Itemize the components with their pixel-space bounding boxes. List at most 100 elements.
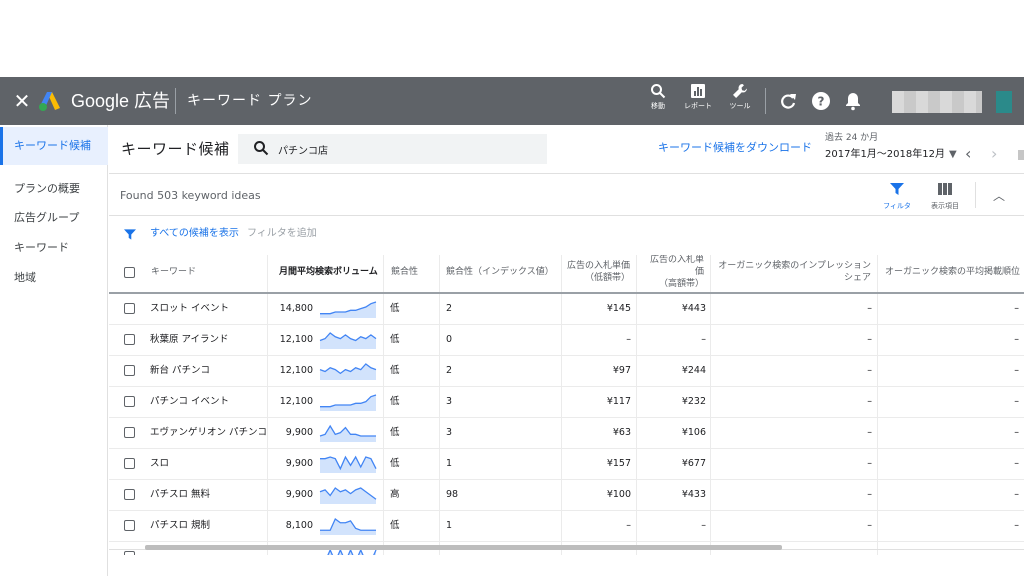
download-keyword-ideas-link[interactable]: キーワード候補をダウンロード [658,140,812,156]
tool-goto[interactable]: 移動 [638,83,678,119]
table-row[interactable]: パチンコ イベント 12,100 低 3 ¥117 ¥232 – – [109,387,1024,418]
organic-impression-cell: – [867,396,872,407]
organic-impression-cell: – [867,303,872,314]
table-row[interactable]: スロ 9,900 低 1 ¥157 ¥677 – – [109,449,1024,480]
bid-high-cell: ¥433 [681,489,706,500]
wrench-icon [733,84,747,98]
column-header-bid-high[interactable]: 広告の入札単価 （高額帯） [636,255,710,289]
chevron-up-icon[interactable]: ︿ [993,187,1005,204]
column-header-bid-low[interactable]: 広告の入札単価 （低額帯） [561,255,636,289]
keyword-cell: スロ [150,458,170,469]
account-area[interactable] [892,91,982,113]
organic-position-cell: – [1014,334,1019,345]
main-panel: キーワード候補 キーワード候補をダウンロード 過去 24 か月 2017年1月～… [109,125,1024,576]
column-header-competition[interactable]: 競合性 [385,255,439,289]
row-checkbox[interactable] [124,520,135,531]
row-checkbox[interactable] [124,551,135,555]
google-ads-logo-icon [39,92,60,111]
competition-cell: 低 [390,365,400,376]
sidebar-item-plan-overview[interactable]: プランの概要 [0,179,108,199]
row-checkbox[interactable] [124,303,135,314]
table-row[interactable]: パチスロ 無料 9,900 高 98 ¥100 ¥433 – – [109,480,1024,511]
row-checkbox[interactable] [124,365,135,376]
add-filter-link[interactable]: フィルタを追加 [247,227,317,241]
trend-sparkline [319,487,377,504]
next-period-icon[interactable]: › [991,145,997,163]
column-header-competition-index[interactable]: 競合性（インデックス値） [440,255,561,289]
bell-icon[interactable] [842,90,864,112]
volume-cell: 8,100 [285,520,313,531]
report-icon [691,84,705,98]
date-range-value[interactable]: 2017年1月～2018年12月 [825,148,945,162]
search-icon [651,84,666,99]
columns-button[interactable]: 表示項目 [927,180,963,211]
page-title: キーワード候補 [121,140,230,158]
refresh-icon[interactable] [777,90,799,112]
row-checkbox[interactable] [124,334,135,345]
select-all-checkbox[interactable] [124,267,135,278]
tool-report[interactable]: レポート [678,83,718,119]
bid-low-cell: – [626,334,631,345]
sidebar-item-keywords[interactable]: キーワード [0,238,108,258]
toolbar-divider [765,88,766,114]
competition-index-cell: 3 [446,396,453,407]
date-range-dropdown-icon[interactable]: ▼ [949,149,957,160]
trend-sparkline [320,301,377,318]
column-header-bid-low-line1: 広告の入札単価 [567,261,631,271]
search-icon [254,141,269,156]
vertical-scrollbar[interactable] [1018,150,1024,160]
column-header-keyword[interactable]: キーワード [145,255,265,289]
organic-position-cell: – [1014,458,1019,469]
competition-index-cell: 0 [446,334,453,345]
column-header-organic-impression-share[interactable]: オーガニック検索のインプレッション シェア [710,255,877,289]
horizontal-scrollbar[interactable] [145,545,782,550]
keyword-cell: エヴァンゲリオン パチンコ [150,427,268,438]
organic-impression-cell: – [867,458,872,469]
help-icon[interactable]: ? [810,90,832,112]
competition-index-cell: 1 [446,458,453,469]
trend-area [320,395,376,411]
keyword-cell: スロット イベント [150,303,230,314]
column-header-organic-position[interactable]: オーガニック検索の平均掲載順位 [879,255,1024,289]
trend-sparkline [320,455,377,473]
keyword-search-input[interactable] [278,139,528,159]
row-checkbox[interactable] [124,489,135,500]
keyword-cell: パチスロ 規制 [150,520,211,531]
sidebar: キーワード候補 プランの概要 広告グループ キーワード 地域 [0,125,108,576]
competition-cell: 低 [390,303,400,314]
bid-high-cell: – [701,334,706,345]
toolbar-separator [975,182,976,208]
row-checkbox[interactable] [124,458,135,469]
table-row[interactable]: 新台 パチンコ 12,100 低 2 ¥97 ¥244 – – [109,356,1024,387]
keyword-search-box[interactable] [238,134,547,164]
volume-cell: 12,100 [279,396,313,407]
column-header-bid-low-line2: （低額帯） [584,273,630,283]
volume-cell: 9,900 [285,489,313,500]
filter-button[interactable]: フィルタ [879,180,915,211]
trend-sparkline [320,518,376,535]
bid-low-cell: ¥97 [612,365,631,376]
table-row[interactable]: エヴァンゲリオン パチンコ 9,900 低 3 ¥63 ¥106 – – [109,418,1024,449]
row-checkbox[interactable] [124,427,135,438]
column-header-bid-high-line1: 広告の入札単価 [649,255,704,277]
header-divider [109,173,1024,174]
table-row[interactable]: スロット イベント 14,800 低 2 ¥145 ¥443 – – [109,294,1024,325]
table-row[interactable]: 秋葉原 アイランド 12,100 低 0 – – – – [109,325,1024,356]
close-icon[interactable]: ✕ [12,89,32,113]
competition-cell: 低 [390,427,400,438]
row-checkbox[interactable] [124,396,135,407]
sidebar-item-keyword-ideas[interactable]: キーワード候補 [0,127,108,165]
volume-cell: 9,900 [285,427,313,438]
sidebar-item-ad-groups[interactable]: 広告グループ [0,208,108,228]
column-header-organic-impr-line2: シェア [843,273,871,283]
organic-position-cell: – [1014,520,1019,531]
organic-position-cell: – [1014,365,1019,376]
table-row[interactable]: パチスロ 規制 8,100 低 1 – – – – [109,511,1024,542]
column-header-volume[interactable]: 月間平均検索ボリューム [273,255,385,289]
sidebar-item-locations[interactable]: 地域 [0,268,108,288]
bid-low-cell: – [626,520,631,531]
previous-period-icon[interactable]: ‹ [965,145,971,163]
account-avatar[interactable] [996,91,1012,113]
tool-tools[interactable]: ツール [720,83,760,119]
show-all-ideas-link[interactable]: すべての候補を表示 [150,227,239,241]
